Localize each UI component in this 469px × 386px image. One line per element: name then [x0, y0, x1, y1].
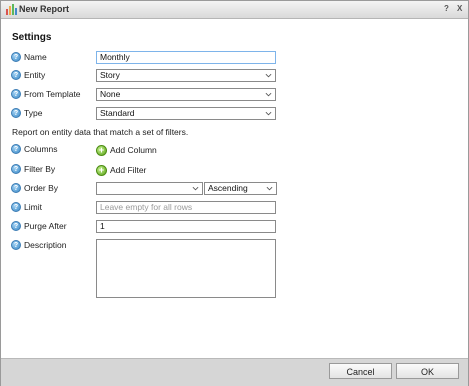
- order-direction-select[interactable]: Ascending: [204, 182, 277, 195]
- purge-after-input[interactable]: 1: [96, 220, 276, 233]
- dialog-footer: Cancel OK: [1, 358, 468, 386]
- ok-button[interactable]: OK: [396, 363, 459, 379]
- chevron-down-icon: [265, 92, 272, 97]
- filter-row-label: ? Filter By: [11, 162, 55, 176]
- help-icon[interactable]: ?: [11, 202, 21, 212]
- chevron-down-icon: [266, 186, 273, 191]
- dialog-title: New Report: [19, 4, 70, 14]
- chevron-down-icon: [265, 73, 272, 78]
- order-row-label: ? Order By: [11, 181, 58, 195]
- purge-label: Purge After: [24, 221, 67, 231]
- limit-label: Limit: [24, 202, 42, 212]
- template-row-label: ? From Template: [11, 87, 81, 101]
- name-input[interactable]: Monthly: [96, 51, 276, 64]
- help-icon[interactable]: ?: [11, 144, 21, 154]
- settings-heading: Settings: [12, 32, 52, 43]
- add-column-label: Add Column: [110, 145, 157, 155]
- limit-row-label: ? Limit: [11, 200, 42, 214]
- type-value: Standard: [100, 108, 135, 118]
- chevron-down-icon: [192, 186, 199, 191]
- new-report-dialog: New Report ? X Settings ? Name Monthly ?…: [0, 0, 469, 386]
- type-row-label: ? Type: [11, 106, 42, 120]
- order-by-select[interactable]: [96, 182, 203, 195]
- help-icon[interactable]: ?: [11, 52, 21, 62]
- chevron-down-icon: [265, 111, 272, 116]
- type-select[interactable]: Standard: [96, 107, 276, 120]
- description-label: Description: [24, 240, 67, 250]
- limit-input[interactable]: Leave empty for all rows: [96, 201, 276, 214]
- filters-note: Report on entity data that match a set o…: [12, 127, 189, 137]
- entity-row-label: ? Entity: [11, 68, 45, 82]
- help-icon[interactable]: ?: [11, 240, 21, 250]
- columns-label: Columns: [24, 144, 58, 154]
- help-icon[interactable]: ?: [11, 70, 21, 80]
- limit-placeholder: Leave empty for all rows: [100, 202, 193, 212]
- entity-label: Entity: [24, 70, 46, 80]
- help-icon[interactable]: ?: [11, 89, 21, 99]
- report-chart-icon: [6, 4, 17, 15]
- template-value: None: [100, 89, 121, 99]
- add-icon: +: [96, 164, 107, 176]
- help-button[interactable]: ?: [444, 4, 449, 13]
- title-bar[interactable]: New Report ? X: [1, 1, 468, 19]
- template-select[interactable]: None: [96, 88, 276, 101]
- help-icon[interactable]: ?: [11, 183, 21, 193]
- add-filter-label: Add Filter: [110, 165, 147, 175]
- columns-row-label: ? Columns: [11, 142, 58, 156]
- help-icon[interactable]: ?: [11, 108, 21, 118]
- add-filter-button[interactable]: + Add Filter: [96, 163, 146, 177]
- order-direction-value: Ascending: [208, 183, 248, 193]
- add-icon: +: [96, 144, 107, 156]
- cancel-button[interactable]: Cancel: [329, 363, 392, 379]
- add-column-button[interactable]: + Add Column: [96, 143, 157, 157]
- help-icon[interactable]: ?: [11, 221, 21, 231]
- name-label: Name: [24, 52, 47, 62]
- close-button[interactable]: X: [457, 4, 462, 13]
- order-label: Order By: [24, 183, 59, 193]
- type-label: Type: [24, 108, 43, 118]
- filter-label: Filter By: [24, 164, 56, 174]
- template-label: From Template: [24, 89, 81, 99]
- help-icon[interactable]: ?: [11, 164, 21, 174]
- description-textarea[interactable]: [96, 239, 276, 298]
- name-row-label: ? Name: [11, 50, 47, 64]
- entity-select[interactable]: Story: [96, 69, 276, 82]
- purge-row-label: ? Purge After: [11, 219, 67, 233]
- description-row-label: ? Description: [11, 238, 67, 252]
- entity-value: Story: [100, 70, 120, 80]
